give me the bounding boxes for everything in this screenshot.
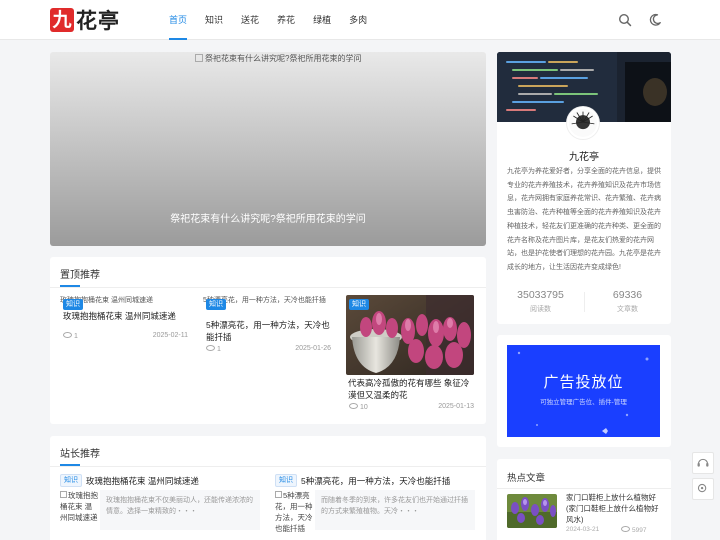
- site-pick-item[interactable]: 知识 玫瑰抱抱桶花束 温州同城速递 玫瑰抱抱桶花束 温州同城速递 玫瑰抱抱桶花束…: [60, 474, 260, 530]
- contact-icon: [697, 483, 707, 493]
- broken-image-icon: [195, 54, 203, 62]
- stat-value: 35033795: [517, 289, 564, 301]
- broken-image-icon: [275, 491, 282, 498]
- top-pick-item[interactable]: 玫瑰抱抱桶花束 温州同城速递 知识 玫瑰抱抱桶花束 温州同城速递 1 2025-…: [60, 295, 188, 413]
- nav-item-send-flowers[interactable]: 送花: [232, 0, 268, 40]
- divider: [50, 287, 486, 288]
- article-excerpt: 而随着冬季的到来，许多花友们也开始通过扦插的方式来繁殖植物。天冷・・・: [315, 490, 475, 530]
- thumb-alt-text[interactable]: 5种漂亮花，用一种方法，天冷也能扦插: [275, 490, 313, 534]
- article-title[interactable]: 玫瑰抱抱桶花束 温州同城速递: [86, 475, 199, 487]
- site-pick-body: 5种漂亮花，用一种方法，天冷也能扦插 而随着冬季的到来，许多花友们也开始通过扦插…: [275, 490, 475, 533]
- site-picks-card: 站长推荐 知识 玫瑰抱抱桶花束 温州同城速递 玫瑰抱抱桶花束 温州同城速递 玫瑰…: [50, 436, 486, 540]
- stat-value: 69336: [612, 289, 643, 301]
- category-tag[interactable]: 知识: [60, 474, 82, 487]
- category-tag[interactable]: 知识: [349, 299, 369, 310]
- hot-article-date: 2024-03-21: [566, 526, 600, 533]
- section-title: 站长推荐: [60, 449, 100, 460]
- eye-icon: [621, 526, 630, 532]
- eye-icon: [349, 403, 358, 409]
- nav-item-grow-flowers[interactable]: 养花: [268, 0, 304, 40]
- article-excerpt: 玫瑰抱抱桶花束不仅美丽动人，还能传递浓浓的情意。选择一束精致的・・・: [100, 490, 260, 530]
- category-tag[interactable]: 知识: [206, 299, 226, 310]
- slider-caption[interactable]: 祭祀花束有什么讲究呢?祭祀所用花束的学问: [50, 210, 486, 225]
- nav-item-green-plants[interactable]: 绿植: [304, 0, 340, 40]
- nav-item-knowledge[interactable]: 知识: [196, 0, 232, 40]
- profile-card: 九花亭 九花亭为养花爱好者，分享全面的花卉信息，提供专业的花卉养殖技术，花卉养殖…: [497, 52, 671, 324]
- article-title[interactable]: 代表高冷孤傲的花有哪些 象征冷漠但又温柔的花: [348, 377, 473, 401]
- divider: [497, 488, 671, 489]
- article-title[interactable]: 5种漂亮花，用一种方法，天冷也能扦插: [206, 319, 331, 343]
- profile-description: 九花亭为养花爱好者，分享全面的花卉信息，提供专业的花卉养殖技术，花卉养殖知识及花…: [507, 168, 661, 271]
- site-header: 九 花亭 首页 知识 送花 养花 绿植 多肉: [0, 0, 720, 40]
- avatar[interactable]: [567, 107, 599, 139]
- site-logo[interactable]: 九 花亭: [50, 6, 120, 34]
- title-underline: [60, 285, 80, 287]
- logo-text: 花亭: [76, 9, 120, 33]
- post-date: 2025-01-13: [438, 403, 474, 410]
- thumb-alt-text[interactable]: 玫瑰抱抱桶花束 温州同城速递: [60, 490, 98, 523]
- category-tag[interactable]: 知识: [275, 474, 297, 487]
- divider: [50, 466, 486, 467]
- nav-item-home[interactable]: 首页: [160, 0, 196, 40]
- ad-subtitle: 可独立管理广告位、插件-管理: [540, 399, 627, 406]
- eye-icon: [63, 332, 72, 338]
- stat-articles: 69336 文章数: [584, 289, 671, 314]
- headset-icon: [697, 458, 709, 467]
- top-pick-item[interactable]: 知识 代表高冷孤傲的花有哪些 象征冷漠但又温柔的花 10 2025-01-13: [346, 295, 474, 413]
- article-title[interactable]: 玫瑰抱抱桶花束 温州同城速递: [63, 310, 188, 322]
- site-pick-item[interactable]: 知识 5种漂亮花，用一种方法，天冷也能扦插 5种漂亮花，用一种方法，天冷也能扦插…: [275, 474, 475, 533]
- broken-image-icon: [60, 491, 67, 498]
- category-tag[interactable]: 知识: [63, 299, 83, 310]
- ad-card: 广告投放位 可独立管理广告位、插件-管理: [497, 335, 671, 447]
- profile-name[interactable]: 九花亭: [497, 148, 671, 163]
- customer-service-button[interactable]: [692, 452, 714, 474]
- top-pick-item[interactable]: 5种漂亮花，用一种方法，天冷也能扦插 知识 5种漂亮花，用一种方法，天冷也能扦插…: [203, 295, 331, 413]
- site-pick-heading[interactable]: 知识 5种漂亮花，用一种方法，天冷也能扦插: [275, 474, 475, 487]
- article-title[interactable]: 5种漂亮花，用一种方法，天冷也能扦插: [301, 475, 450, 487]
- view-count: 1: [63, 332, 78, 340]
- title-underline: [60, 464, 80, 466]
- hot-article-title[interactable]: 家门口鞋柜上放什么植物好(家门口鞋柜上放什么植物好风水): [566, 492, 662, 525]
- site-pick-body: 玫瑰抱抱桶花束 温州同城速递 玫瑰抱抱桶花束不仅美丽动人，还能传递浓浓的情意。选…: [60, 490, 260, 530]
- stat-reads: 35033795 阅读数: [497, 289, 584, 314]
- view-count: 10: [349, 403, 368, 411]
- main-nav: 首页 知识 送花 养花 绿植 多肉: [160, 0, 376, 40]
- post-date: 2025-01-26: [295, 345, 331, 352]
- featured-slider[interactable]: 祭祀花束有什么讲究呢?祭祀所用花束的学问 祭祀花束有什么讲究呢?祭祀所用花束的学…: [50, 52, 486, 246]
- site-pick-heading[interactable]: 知识 玫瑰抱抱桶花束 温州同城速递: [60, 474, 260, 487]
- search-icon[interactable]: [618, 13, 632, 27]
- top-picks-card: 置顶推荐 玫瑰抱抱桶花束 温州同城速递 知识 玫瑰抱抱桶花束 温州同城速递 1 …: [50, 257, 486, 424]
- share-button[interactable]: [692, 478, 714, 500]
- hot-article-thumbnail[interactable]: [507, 494, 557, 528]
- slider-image-alt: 祭祀花束有什么讲究呢?祭祀所用花束的学问: [195, 53, 395, 64]
- stat-label: 文章数: [617, 306, 638, 313]
- moon-icon[interactable]: [648, 13, 662, 27]
- stat-label: 阅读数: [530, 306, 551, 313]
- view-count: 1: [206, 345, 221, 353]
- hot-articles-card: 热点文章 家门口鞋柜上放什么植物好(家门口鞋柜上放什么植物好风水) 2024-0…: [497, 459, 671, 540]
- logo-mark: 九: [50, 8, 74, 32]
- nav-item-succulents[interactable]: 多肉: [340, 0, 376, 40]
- post-date: 2025-02-11: [152, 332, 188, 339]
- section-title: 置顶推荐: [60, 270, 100, 281]
- hot-article-views: 5997: [621, 526, 646, 534]
- section-title: 热点文章: [507, 473, 546, 484]
- eye-icon: [206, 345, 215, 351]
- ad-banner[interactable]: 广告投放位 可独立管理广告位、插件-管理: [507, 345, 660, 437]
- slider-alt-text: 祭祀花束有什么讲究呢?祭祀所用花束的学问: [205, 54, 362, 63]
- ad-title: 广告投放位: [543, 374, 624, 391]
